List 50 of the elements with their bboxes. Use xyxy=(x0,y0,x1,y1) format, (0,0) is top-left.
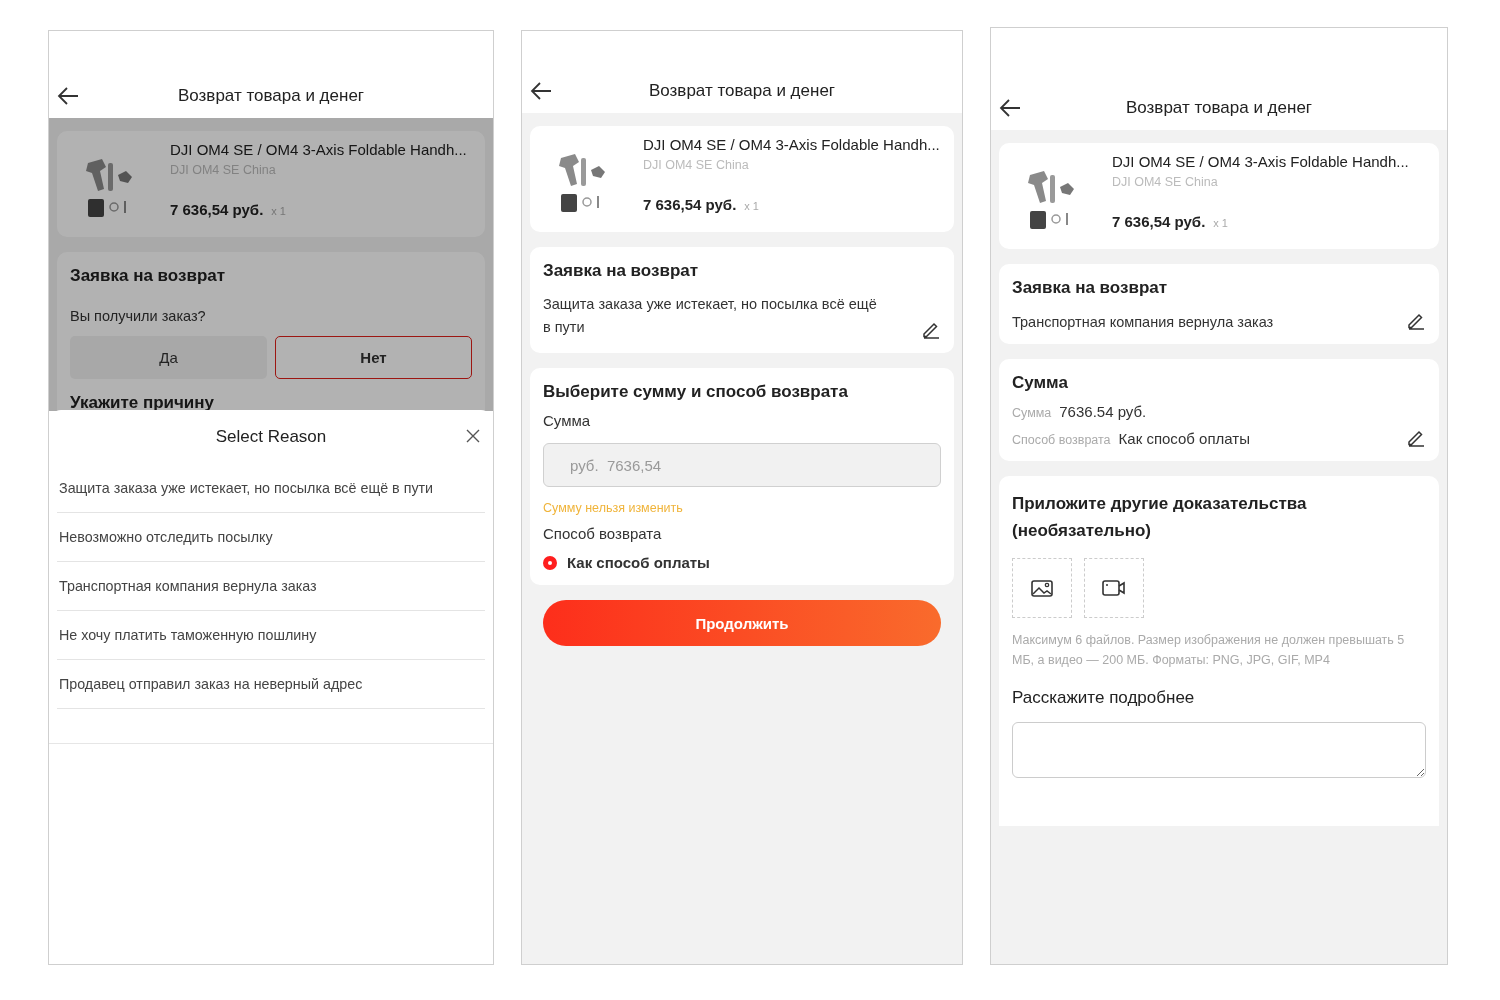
reason-option[interactable]: Невозможно отследить посылку xyxy=(57,513,485,562)
video-upload-button[interactable] xyxy=(1084,558,1144,618)
product-title: DJI OM4 SE / OM4 3-Axis Foldable Handh... xyxy=(170,141,467,158)
reason-option[interactable]: Не хочу платить таможенную пошлину xyxy=(57,611,485,660)
section-heading: Заявка на возврат xyxy=(70,266,227,286)
refund-method-radio[interactable]: Как способ оплаты xyxy=(543,554,710,571)
sheet-title: Select Reason xyxy=(215,427,327,447)
back-arrow-icon[interactable] xyxy=(530,82,552,100)
photo-upload-button[interactable] xyxy=(1012,558,1072,618)
reason-option[interactable]: Продавец отправил заказ на неверный адрес xyxy=(57,660,485,709)
product-variant: DJI OM4 SE China xyxy=(1112,175,1219,189)
product-title: DJI OM4 SE / OM4 3-Axis Foldable Handh... xyxy=(1112,153,1409,170)
section-heading: Заявка на возврат xyxy=(543,261,700,281)
answer-option[interactable]: Нет xyxy=(275,336,472,379)
detail-value: Как способ оплаты xyxy=(1118,430,1250,447)
video-camera-icon xyxy=(1102,578,1126,598)
product-price: 7 636,54 руб. xyxy=(1112,213,1206,230)
product-title: DJI OM4 SE / OM4 3-Axis Foldable Handh... xyxy=(643,136,940,153)
upload-hint: Максимум 6 файлов. Размер изображения не должен превышать 5 МБ, а видео — 200 МБ. Форматы: PNG, JPG, GIF, MP4 xyxy=(1012,632,1406,669)
detail-label: Способ возврата xyxy=(1012,433,1111,447)
page-title: Возврат товара и денег xyxy=(1125,98,1313,118)
section-heading: Укажите причину xyxy=(70,393,216,411)
page-title: Возврат товара и денег xyxy=(177,86,365,106)
warning-text: Сумму нельзя изменить xyxy=(543,501,684,515)
product-price: 7 636,54 руб. xyxy=(170,201,264,218)
answer-option[interactable]: Да xyxy=(70,336,267,379)
detail-label: Сумма xyxy=(1012,406,1052,420)
product-price: 7 636,54 руб. xyxy=(643,196,737,213)
product-variant: DJI OM4 SE China xyxy=(643,158,750,172)
back-arrow-icon[interactable] xyxy=(999,99,1021,117)
details-field[interactable] xyxy=(1012,722,1426,778)
reason-text: Защита заказа уже истекает, но посылка всё ещё в пути xyxy=(543,295,878,337)
image-icon xyxy=(1030,578,1054,598)
close-icon[interactable] xyxy=(465,428,481,444)
back-arrow-icon[interactable] xyxy=(57,87,79,105)
product-quantity: x 1 xyxy=(1213,217,1228,229)
reason-text: Транспортная компания вернула заказ xyxy=(1012,314,1274,330)
section-heading: Заявка на возврат xyxy=(1012,278,1169,298)
amount-label: Сумма xyxy=(543,412,592,429)
section-heading: Сумма xyxy=(1012,373,1069,393)
product-quantity: x 1 xyxy=(744,200,759,212)
section-heading: Приложите другие доказательства (необязательно) xyxy=(1012,493,1308,542)
method-label: Способ возврата xyxy=(543,525,663,542)
page-title: Возврат товара и денег xyxy=(648,81,836,101)
reason-option[interactable]: Защита заказа уже истекает, но посылка всё ещё в пути xyxy=(57,464,485,513)
details-label: Расскажите подробнее xyxy=(1012,688,1196,708)
detail-value: 7636.54 руб. xyxy=(1059,403,1147,420)
section-heading: Выберите сумму и способ возврата xyxy=(543,382,849,402)
reason-option[interactable]: Транспортная компания вернула заказ xyxy=(57,562,485,611)
question-text: Вы получили заказ? xyxy=(70,308,207,324)
